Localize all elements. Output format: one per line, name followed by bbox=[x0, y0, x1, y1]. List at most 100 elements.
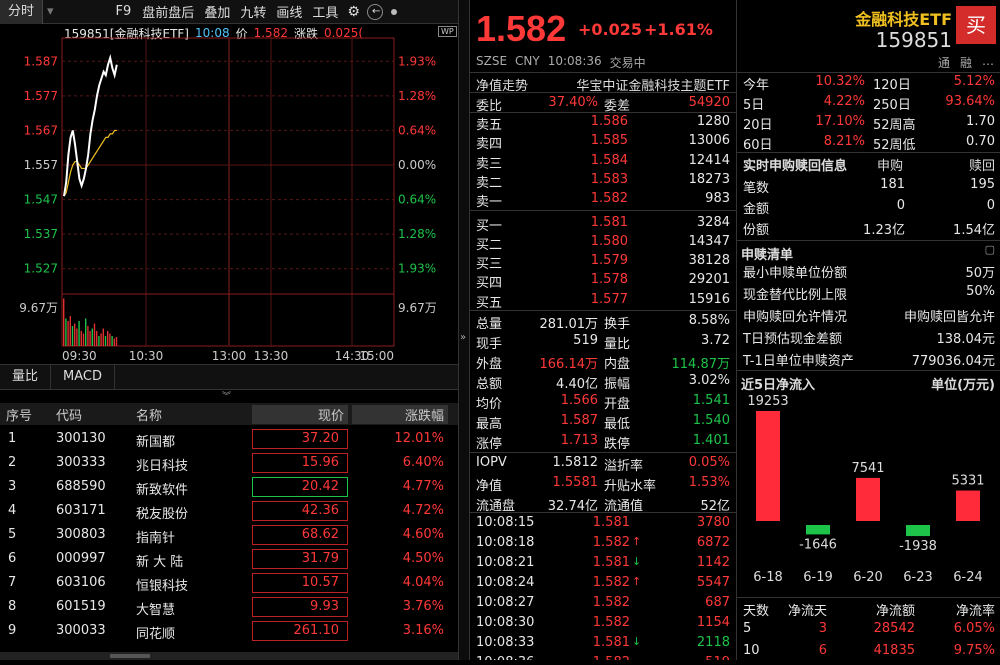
volume-bar bbox=[74, 323, 76, 346]
stat-label: 振幅 bbox=[604, 377, 631, 392]
nav-row[interactable]: 净值走势 华宝中证金融科技主题ETF bbox=[470, 72, 736, 94]
row-index: 7 bbox=[8, 575, 17, 590]
tab-overlay[interactable]: 叠加 bbox=[199, 2, 235, 21]
stat-label: 总量 bbox=[476, 317, 503, 332]
perf-value: 93.64% bbox=[945, 94, 995, 109]
table-row[interactable]: 6 000997 新 大 陆 31.79 4.50% bbox=[0, 547, 458, 571]
row-name: 恒银科技 bbox=[136, 579, 189, 594]
ask-row[interactable]: 卖一 1.582 983 bbox=[470, 191, 736, 210]
row-index: 9 bbox=[8, 623, 17, 638]
ask-row[interactable]: 卖四 1.585 13006 bbox=[470, 133, 736, 152]
tab-jiuzhuan[interactable]: 九转 bbox=[235, 2, 271, 21]
panel-divider[interactable]: » bbox=[458, 0, 470, 660]
stat-label: 跌停 bbox=[604, 437, 631, 452]
back-icon[interactable]: ← bbox=[366, 3, 383, 20]
rong-icon[interactable]: 融 bbox=[960, 54, 972, 71]
tab-fenshi[interactable]: 分时 bbox=[0, 0, 44, 24]
ask-row[interactable]: 卖二 1.583 18273 bbox=[470, 172, 736, 191]
tab-liangbi[interactable]: 量比 bbox=[0, 365, 52, 389]
flow-date-label: 6-19 bbox=[803, 570, 833, 585]
perf-label: 120日 bbox=[873, 78, 911, 93]
flow-table-header: 天数 净流天 净流额 净流率 bbox=[737, 597, 1000, 619]
buy-button[interactable]: 买 bbox=[956, 6, 996, 44]
y-tick-label: 1.547 bbox=[24, 193, 58, 207]
expand-icon[interactable]: » bbox=[460, 332, 466, 343]
col-name[interactable]: 名称 bbox=[136, 405, 162, 424]
table-row[interactable]: 7 603106 恒银科技 10.57 4.04% bbox=[0, 571, 458, 595]
stat-value: 1.713 bbox=[560, 433, 598, 448]
stat-row: IOPV 1.5812 溢折率 0.05% bbox=[470, 455, 736, 475]
bid-row[interactable]: 买五 1.577 15916 bbox=[470, 292, 736, 311]
collapse-icon[interactable]: ︾ bbox=[222, 389, 231, 402]
stat-value: 114.87万 bbox=[671, 357, 731, 372]
book-volume: 15916 bbox=[688, 291, 730, 307]
ratio-row: 委比 37.40% 委差 54920 bbox=[470, 92, 736, 114]
perf-row: 20日 17.10% 52周高 1.70 bbox=[737, 114, 1000, 134]
tab-tools[interactable]: 工具 bbox=[307, 2, 343, 21]
tick-price: 1.581 bbox=[592, 555, 630, 570]
gear-icon[interactable]: ⚙ bbox=[343, 4, 364, 20]
tick-list: 10:08:15 1.581 3780 10:08:18 1.582 ↑ 6872 10:08… bbox=[470, 512, 736, 660]
table-header: 序号 代码 名称 现价 涨跌幅 bbox=[0, 403, 458, 425]
table-row[interactable]: 4 603171 税友股份 42.36 4.72% bbox=[0, 499, 458, 523]
tick-volume: 519 bbox=[705, 655, 730, 660]
ask-row[interactable]: 卖三 1.584 12414 bbox=[470, 153, 736, 172]
table-row[interactable]: 3 688590 新致软件 20.42 4.77% bbox=[0, 475, 458, 499]
tick-time: 10:08:36 bbox=[476, 655, 534, 660]
volume-bar bbox=[93, 323, 96, 346]
etf-name: 金融科技ETF bbox=[855, 10, 952, 29]
bid-row[interactable]: 买二 1.580 14347 bbox=[470, 234, 736, 253]
dropdown-icon[interactable]: ▾ bbox=[43, 4, 58, 19]
tab-premarket[interactable]: 盘前盘后 bbox=[137, 2, 199, 21]
bid-row[interactable]: 买三 1.579 38128 bbox=[470, 253, 736, 272]
col-price[interactable]: 现价 bbox=[252, 404, 348, 424]
stat-label: 溢折率 bbox=[604, 459, 644, 474]
stat-value: 3.02% bbox=[688, 373, 730, 388]
tab-f9[interactable]: F9 bbox=[110, 4, 138, 19]
tick-row: 10:08:27 1.582 687 bbox=[470, 595, 736, 615]
table-row[interactable]: 2 300333 兆日科技 15.96 6.40% bbox=[0, 451, 458, 475]
tab-draw[interactable]: 画线 bbox=[271, 2, 307, 21]
table-row[interactable]: 9 300033 同花顺 261.10 3.16% bbox=[0, 619, 458, 643]
bid-row[interactable]: 买一 1.581 3284 bbox=[470, 215, 736, 234]
table-row[interactable]: 1 300130 新国都 37.20 12.01% bbox=[0, 427, 458, 451]
stat-value: 1.541 bbox=[692, 393, 730, 408]
row-code: 688590 bbox=[56, 479, 106, 494]
dot-icon[interactable] bbox=[390, 8, 397, 15]
tong-icon[interactable]: 通 bbox=[938, 54, 950, 71]
left-panel: 分时 ▾ F9 盘前盘后 叠加 九转 画线 工具 ⚙ ← 159851[金融科技… bbox=[0, 0, 458, 660]
up-arrow-icon: ↑ bbox=[632, 535, 642, 548]
sg-collapse-icon[interactable]: ▢ bbox=[985, 243, 995, 256]
volume-bar bbox=[85, 318, 87, 346]
col-code[interactable]: 代码 bbox=[56, 405, 82, 424]
stat-value: 0.05% bbox=[688, 455, 730, 470]
tab-macd[interactable]: MACD bbox=[51, 365, 115, 389]
flow-bar bbox=[856, 477, 880, 521]
sg-row: 最小申赎单位份额 50万 bbox=[737, 262, 1000, 284]
intraday-chart[interactable]: 1.587 1.93% 1.577 1.28% 1.567 0.64% 1.557 0.00%… bbox=[0, 26, 458, 360]
h-scrollbar[interactable] bbox=[0, 652, 458, 660]
row-name: 新 大 陆 bbox=[136, 555, 184, 570]
more-icon[interactable]: … bbox=[982, 54, 994, 71]
row-price: 31.79 bbox=[252, 549, 348, 569]
table-row[interactable]: 8 601519 大智慧 9.93 3.76% bbox=[0, 595, 458, 619]
stat-value: 281.01万 bbox=[539, 317, 599, 332]
perf-value: 5.12% bbox=[953, 74, 995, 89]
table-row[interactable]: 5 300803 指南针 68.62 4.60% bbox=[0, 523, 458, 547]
realtime-sh: 0 bbox=[986, 198, 995, 213]
tick-time: 10:08:24 bbox=[476, 575, 535, 590]
ask-row[interactable]: 卖五 1.586 1280 bbox=[470, 114, 736, 133]
col-index[interactable]: 序号 bbox=[6, 405, 32, 424]
perf-label: 60日 bbox=[743, 138, 773, 153]
flow-cell: 5 bbox=[743, 621, 752, 636]
volume-bar bbox=[69, 316, 71, 346]
bid-row[interactable]: 买四 1.578 29201 bbox=[470, 272, 736, 291]
row-name: 新国都 bbox=[136, 435, 176, 450]
book-volume: 13006 bbox=[688, 133, 730, 149]
volume-bar bbox=[91, 328, 93, 346]
col-change[interactable]: 涨跌幅 bbox=[352, 404, 448, 424]
row-price: 15.96 bbox=[252, 453, 348, 473]
y-tick-label: 1.527 bbox=[24, 262, 58, 276]
tick-price: 1.581 bbox=[592, 635, 630, 650]
flow-cell: 6.05% bbox=[953, 621, 995, 636]
